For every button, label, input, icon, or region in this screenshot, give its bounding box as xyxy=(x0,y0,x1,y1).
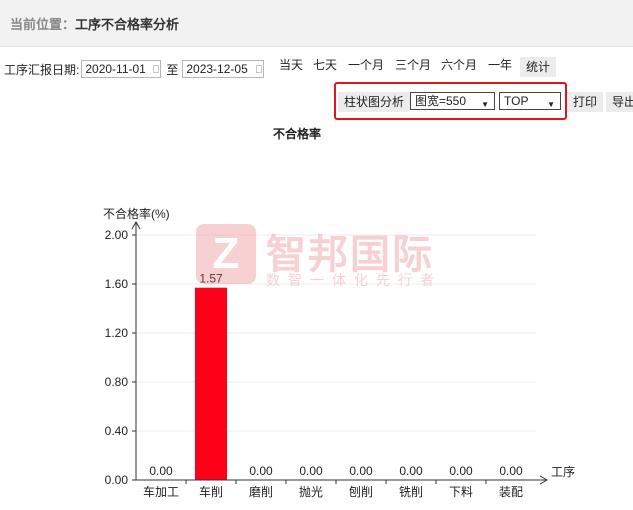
quick-range-7days[interactable]: 七天 xyxy=(313,56,337,73)
bar-chart: 0.00 0.40 0.80 1.20 1.60 2.00 不合格率(%) 工序 0.00 车加工… xyxy=(103,206,575,499)
breadcrumb: 当前位置：工序不合格率分析 xyxy=(10,14,179,33)
stat-button[interactable]: 统计 xyxy=(520,57,557,77)
x-tick-label: 磨削 xyxy=(249,485,273,499)
quick-range-3months[interactable]: 三个月 xyxy=(395,56,431,73)
data-label: 0.00 xyxy=(499,464,523,478)
y-tick-label: 2.00 xyxy=(105,228,129,242)
data-label: 0.00 xyxy=(399,464,423,478)
x-axis-label: 工序 xyxy=(551,464,575,479)
breadcrumb-label: 当前位置： xyxy=(10,17,76,32)
bars xyxy=(195,287,227,480)
y-tick-label: 1.20 xyxy=(105,326,129,340)
x-tick-label: 装配 xyxy=(499,485,523,499)
data-label: 0.00 xyxy=(249,464,273,478)
print-button[interactable]: 打印 xyxy=(567,92,604,112)
quick-range-today[interactable]: 当天 xyxy=(279,56,303,73)
quick-range-1year[interactable]: 一年 xyxy=(488,56,512,73)
chart-title: 不合格率 xyxy=(272,127,321,141)
date-label: 工序汇报日期: xyxy=(4,62,80,77)
quick-range-1month[interactable]: 一个月 xyxy=(348,56,384,73)
end-date-field[interactable]: 2023-12-05 xyxy=(182,60,265,78)
axes xyxy=(131,220,549,485)
y-axis-label: 不合格率(%) xyxy=(103,206,170,221)
highlight-box xyxy=(334,82,567,120)
to-label: 至 xyxy=(166,62,179,77)
page-title: 工序不合格率分析 xyxy=(75,17,180,32)
data-label: 0.00 xyxy=(449,464,473,478)
header-bar: 当前位置：工序不合格率分析 xyxy=(0,0,633,47)
data-label: 1.57 xyxy=(199,272,223,286)
export-button[interactable]: 导出 xyxy=(606,92,633,112)
x-tick-label: 铣削 xyxy=(399,485,423,499)
y-tick-label: 1.60 xyxy=(105,277,129,291)
x-tick-label: 车削 xyxy=(199,484,223,499)
start-date-value: 2020-11-01 xyxy=(85,62,146,76)
data-label: 0.00 xyxy=(149,464,173,478)
quick-range-6months[interactable]: 六个月 xyxy=(441,56,477,73)
end-date-value: 2023-12-05 xyxy=(186,62,248,76)
labels: 0.00 0.40 0.80 1.20 1.60 2.00 不合格率(%) 工序 0.00 车加工… xyxy=(103,206,575,499)
data-label: 0.00 xyxy=(299,464,323,478)
y-tick-label: 0.00 xyxy=(105,473,129,487)
x-tick-label: 刨削 xyxy=(349,484,373,499)
x-tick-label: 下料 xyxy=(449,485,473,499)
date-filter: 工序汇报日期: 2020-11-01 至 2023-12-05 xyxy=(4,58,265,80)
x-tick-label: 车加工 xyxy=(143,484,179,499)
start-date-field[interactable]: 2020-11-01 xyxy=(81,60,162,78)
bar xyxy=(195,287,227,480)
y-tick-label: 0.40 xyxy=(105,424,129,438)
x-tick-label: 抛光 xyxy=(299,484,323,499)
y-tick-label: 0.80 xyxy=(105,375,129,389)
data-label: 0.00 xyxy=(349,464,373,478)
calendar-icon[interactable] xyxy=(256,65,263,73)
calendar-icon[interactable] xyxy=(153,65,160,73)
